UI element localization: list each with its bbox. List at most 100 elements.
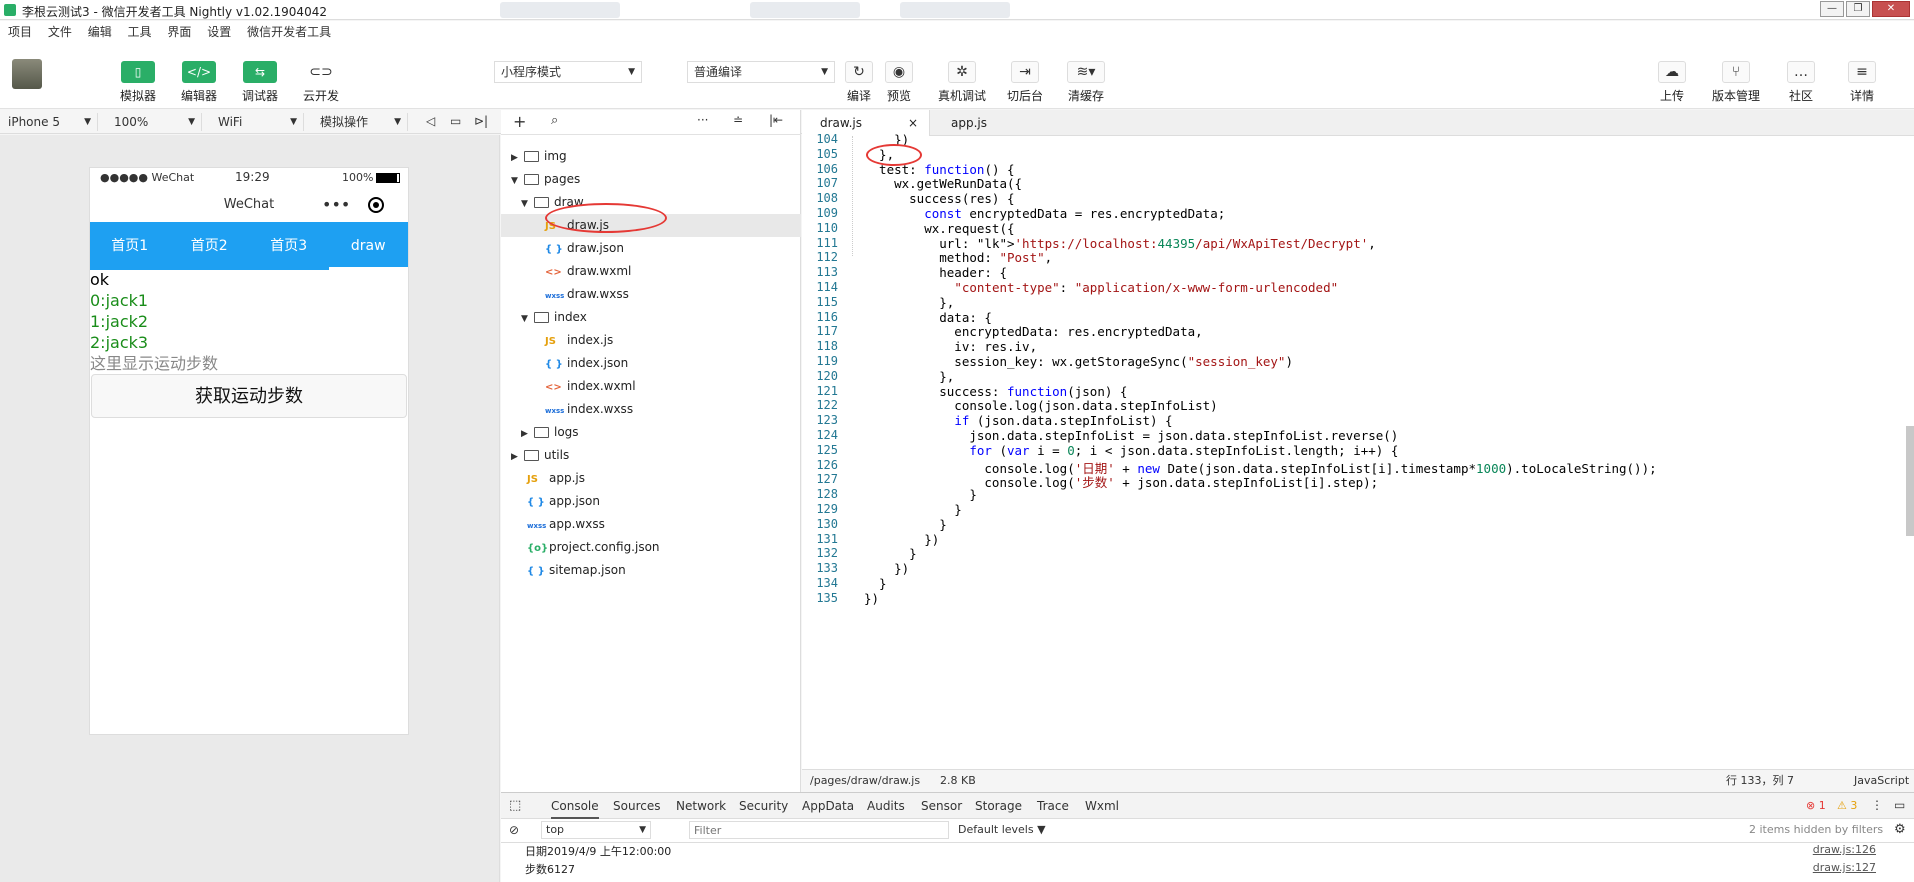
tab-wxml[interactable]: Wxml [1085, 793, 1119, 819]
get-steps-button[interactable]: 获取运动步数 [91, 374, 407, 418]
upload-button[interactable]: ☁ 上传 [1658, 61, 1686, 104]
filter-input[interactable] [689, 821, 949, 839]
close-window-icon[interactable]: ✕ [1872, 1, 1910, 17]
avatar[interactable] [12, 59, 42, 89]
tree-item-logs[interactable]: ▶ logs [501, 421, 801, 444]
code-line: const encryptedData = res.encryptedData; [924, 206, 1226, 221]
dock-icon[interactable]: |⇤ [769, 113, 783, 127]
compile-mode-select[interactable]: 普通编译 ▼ [687, 61, 835, 83]
remote-debug-button[interactable]: ✲ 真机调试 [938, 61, 986, 104]
version-button[interactable]: ⑂ 版本管理 [1712, 61, 1760, 104]
inspect-icon[interactable]: ⬚ [509, 798, 521, 813]
tab-network[interactable]: Network [676, 793, 726, 819]
menu-wechat-devtools[interactable]: 微信开发者工具 [247, 21, 331, 43]
more-vert-icon[interactable]: ⋮ [1871, 798, 1883, 812]
window-icon[interactable]: ▭ [450, 114, 461, 128]
network-select[interactable]: WiFi ▼ [216, 113, 304, 131]
tab-sources[interactable]: Sources [613, 793, 660, 819]
tree-item-app-wxss[interactable]: wxss app.wxss [501, 513, 801, 536]
tree-item-index[interactable]: ▼ index [501, 306, 801, 329]
tree-item-app-json[interactable]: { } app.json [501, 490, 801, 513]
tree-item-img[interactable]: ▶ img [501, 145, 801, 168]
tree-item-index-wxss[interactable]: wxss index.wxss [501, 398, 801, 421]
tab-app-js[interactable]: app.js [933, 110, 1033, 136]
device-select[interactable]: iPhone 5 ▼ [8, 113, 98, 131]
tab-bar: 首页1 首页2 首页3 draw [90, 222, 408, 270]
editor-button[interactable]: </> 编辑器 [181, 61, 217, 104]
clear-console-icon[interactable]: ⊘ [509, 823, 519, 837]
tree-item-index-wxml[interactable]: <> index.wxml [501, 375, 801, 398]
tree-item-app-js[interactable]: JS app.js [501, 467, 801, 490]
background-tab[interactable] [750, 2, 860, 18]
warning-icon[interactable]: ⚠ 3 [1837, 799, 1857, 812]
tab-trace[interactable]: Trace [1037, 793, 1069, 819]
background-tab[interactable] [500, 2, 620, 18]
tree-item-pages[interactable]: ▼ pages [501, 168, 801, 191]
more-icon[interactable]: ••• [322, 188, 350, 222]
zoom-select[interactable]: 100% ▼ [112, 113, 202, 131]
dock-icon[interactable]: ⊳| [474, 114, 488, 128]
tab-audits[interactable]: Audits [867, 793, 905, 819]
menu-view[interactable]: 界面 [167, 21, 191, 43]
console-source-link[interactable]: draw.js:127 [1813, 861, 1876, 874]
minimize-icon[interactable]: — [1820, 1, 1844, 17]
tree-item-sitemap[interactable]: { } sitemap.json [501, 559, 801, 582]
tree-item-draw-wxml[interactable]: <> draw.wxml [501, 260, 801, 283]
console-source-link[interactable]: draw.js:126 [1813, 843, 1876, 856]
wxml-file-icon: <> [545, 382, 562, 393]
hidden-count: 2 items hidden by filters [1749, 823, 1884, 836]
details-button[interactable]: ≡ 详情 [1848, 61, 1876, 104]
menu-edit[interactable]: 编辑 [88, 21, 112, 43]
levels-select[interactable]: Default levels ▼ [958, 823, 1046, 836]
compile-button[interactable]: ↻ 编译 [845, 61, 873, 104]
mode-select[interactable]: 小程序模式 ▼ [494, 61, 642, 83]
preview-button[interactable]: ◉ 预览 [885, 61, 913, 104]
close-capsule-icon[interactable] [368, 197, 384, 213]
close-icon[interactable]: × [908, 110, 918, 136]
line-number: 125 [816, 442, 838, 457]
code-editor[interactable]: 104 }) 105 }, 106 test: function() {107 wx… [802, 132, 1914, 769]
operation-select[interactable]: 模拟操作 ▼ [318, 113, 408, 131]
tab-console[interactable]: Console [551, 793, 599, 819]
chevron-down-icon: ▼ [188, 117, 195, 127]
menu-tools[interactable]: 工具 [128, 21, 152, 43]
tab-home3[interactable]: 首页3 [249, 222, 329, 270]
menu-settings[interactable]: 设置 [207, 21, 231, 43]
tab-home2[interactable]: 首页2 [170, 222, 250, 270]
tree-item-draw-wxss[interactable]: wxss draw.wxss [501, 283, 801, 306]
menu-file[interactable]: 文件 [48, 21, 72, 43]
clear-cache-button[interactable]: ≋▾ 清缓存 [1067, 61, 1105, 104]
gear-icon[interactable]: ⚙ [1894, 822, 1906, 837]
simulator-button[interactable]: ▯ 模拟器 [120, 61, 156, 104]
scrollbar[interactable] [1906, 426, 1914, 536]
maximize-icon[interactable]: ❐ [1846, 1, 1870, 17]
debugger-button[interactable]: ⇆ 调试器 [242, 61, 278, 104]
context-select[interactable]: top ▼ [541, 821, 651, 839]
volume-icon[interactable]: ◁ [426, 114, 435, 128]
tab-draw[interactable]: draw [328, 222, 408, 270]
file-tree: ▶ img ▼ pages ▼ draw JS draw.js { } draw.json… [501, 135, 801, 792]
tab-sensor[interactable]: Sensor [921, 793, 962, 819]
cloud-button[interactable]: ⊂⊃ 云开发 [303, 61, 339, 104]
background-tab[interactable] [900, 2, 1010, 18]
tab-storage[interactable]: Storage [975, 793, 1022, 819]
tree-item-utils[interactable]: ▶ utils [501, 444, 801, 467]
tab-home1[interactable]: 首页1 [90, 222, 170, 270]
language-mode[interactable]: JavaScript [1854, 770, 1909, 792]
add-icon[interactable]: + [513, 112, 526, 131]
tree-item-index-js[interactable]: JS index.js [501, 329, 801, 352]
collapse-icon[interactable]: ≐ [733, 113, 743, 127]
community-button[interactable]: … 社区 [1787, 61, 1815, 104]
search-icon[interactable]: ⌕ [551, 113, 558, 128]
tab-appdata[interactable]: AppData [802, 793, 854, 819]
error-icon[interactable]: ⊗ 1 [1806, 799, 1826, 812]
tree-item-project-config[interactable]: {o}project.config.json [501, 536, 801, 559]
background-button[interactable]: ⇥ 切后台 [1007, 61, 1043, 104]
tab-security[interactable]: Security [739, 793, 788, 819]
menu-project[interactable]: 项目 [8, 21, 32, 43]
more-icon[interactable]: ··· [697, 113, 708, 127]
dock-icon[interactable]: ▭ [1894, 798, 1905, 812]
tree-item-index-json[interactable]: { } index.json [501, 352, 801, 375]
tree-item-draw-json[interactable]: { } draw.json [501, 237, 801, 260]
cursor-position[interactable]: 行 133，列 7 [1726, 770, 1794, 792]
